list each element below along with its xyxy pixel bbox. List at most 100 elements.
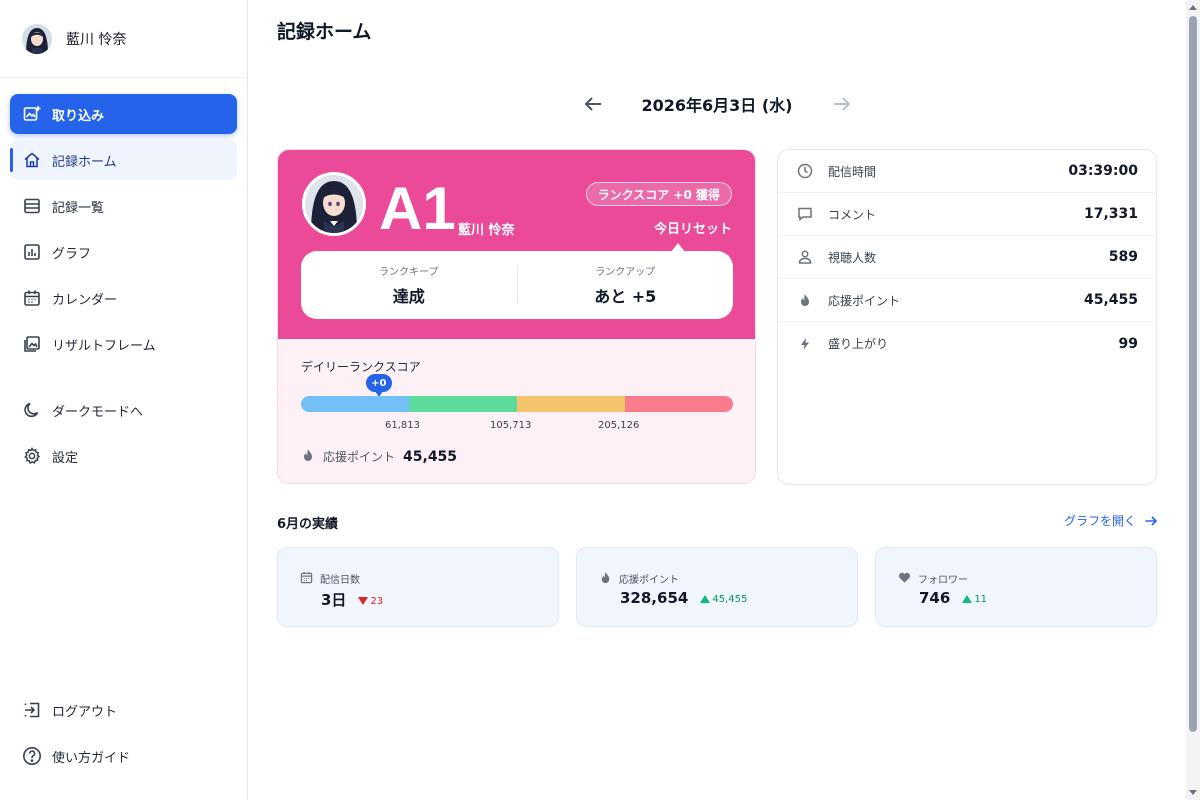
rank-reset-label: 今日リセット bbox=[653, 222, 732, 237]
flame-icon bbox=[599, 569, 612, 588]
stat-row-ouen: 応援ポイント 45,455 bbox=[778, 279, 1156, 322]
sidebar-item-list[interactable]: 記録一覧 bbox=[10, 186, 237, 226]
scroll-up-arrow[interactable] bbox=[1189, 5, 1197, 10]
rank-up-label: ランクアップ bbox=[595, 267, 656, 278]
comment-icon bbox=[796, 205, 814, 223]
sidebar-item-calendar[interactable]: カレンダー bbox=[10, 278, 237, 318]
delta-value: 11 bbox=[974, 593, 988, 605]
moon-icon bbox=[22, 400, 42, 420]
rank-up-value: あと +5 bbox=[594, 287, 657, 306]
sidebar-item-label: リザルトフレーム bbox=[52, 338, 156, 354]
score-tick: 105,713 bbox=[490, 420, 532, 431]
sidebar-item-logout[interactable]: ログアウト bbox=[10, 690, 237, 730]
flame-icon bbox=[301, 447, 315, 466]
card-value-row: 328,654 45,455 bbox=[620, 589, 747, 607]
card-value-row: 746 11 bbox=[919, 589, 987, 607]
stat-value: 17,331 bbox=[1083, 206, 1138, 222]
heart-icon bbox=[898, 569, 911, 588]
arrow-left-icon bbox=[584, 97, 601, 111]
rank-grade: A1 bbox=[379, 175, 456, 242]
card-header: 配信日数 bbox=[300, 569, 360, 588]
daily-rank-score: デイリーランクスコア +0 61,813 105,713 205,126 応援ポ… bbox=[278, 339, 755, 483]
stat-label: 視聴人数 bbox=[828, 250, 877, 265]
score-bar-segment bbox=[301, 396, 410, 412]
card-header: フォロワー bbox=[898, 569, 968, 588]
stat-row-excitement: 盛り上がり 99 bbox=[778, 322, 1156, 365]
sidebar-item-label: 取り込み bbox=[52, 108, 105, 124]
open-graph-link[interactable]: グラフを開く bbox=[1064, 512, 1158, 529]
rank-keep-value: 達成 bbox=[392, 287, 425, 306]
stat-value: 589 bbox=[1108, 249, 1138, 265]
sidebar-item-settings[interactable]: 設定 bbox=[10, 436, 237, 476]
sidebar-item-label: 記録ホーム bbox=[52, 154, 117, 170]
card-value-row: 3日 23 bbox=[321, 589, 383, 610]
card-header: 応援ポイント bbox=[599, 569, 679, 588]
person-icon bbox=[796, 248, 814, 266]
stat-label: 応援ポイント bbox=[828, 293, 901, 308]
sidebar-item-result-frame[interactable]: リザルトフレーム bbox=[10, 324, 237, 364]
help-icon bbox=[22, 746, 42, 766]
rank-score-badge: ランクスコア +0 獲得 bbox=[585, 182, 732, 206]
ouen-value: 45,455 bbox=[403, 448, 458, 465]
date-navigator: 2026年6月3日 (水) bbox=[248, 88, 1186, 120]
triangle-up-icon bbox=[700, 595, 711, 603]
scrollbar-thumb[interactable] bbox=[1189, 16, 1197, 732]
calendar-icon bbox=[300, 569, 313, 588]
rank-streamer-name: 藍川 怜奈 bbox=[458, 223, 515, 238]
delta-value: 23 bbox=[370, 595, 384, 607]
sidebar-item-label: ダークモードへ bbox=[52, 404, 144, 420]
score-bar-segment bbox=[625, 396, 733, 412]
rank-keep-label: ランクキープ bbox=[379, 267, 439, 278]
sidebar-item-label: カレンダー bbox=[52, 292, 118, 308]
next-day-button[interactable] bbox=[829, 91, 855, 117]
sidebar-item-home[interactable]: 記録ホーム bbox=[10, 140, 237, 180]
rank-card-header: A1 藍川 怜奈 ランクスコア +0 獲得 今日リセット ランクキープ 達成 ラ… bbox=[278, 150, 755, 339]
stream-stats-card: 配信時間 03:39:00 コメント 17,331 視聴人数 589 応援ポイン… bbox=[777, 149, 1157, 485]
main-content: 記録ホーム 2026年6月3日 (水) A1 藍川 怜奈 ランクスコア +0 獲… bbox=[248, 0, 1186, 800]
bolt-icon bbox=[796, 335, 814, 353]
stat-label: 盛り上がり bbox=[828, 337, 889, 351]
logout-icon bbox=[22, 700, 42, 720]
open-graph-label: グラフを開く bbox=[1063, 514, 1136, 528]
score-tick: 61,813 bbox=[385, 420, 420, 431]
rank-status-box: ランクキープ 達成 ランクアップ あと +5 bbox=[301, 251, 733, 319]
score-bar-segment bbox=[409, 396, 518, 412]
rank-avatar bbox=[302, 172, 366, 236]
stat-label: コメント bbox=[828, 207, 877, 222]
delta-up: 11 bbox=[962, 594, 987, 605]
stat-row-comments: コメント 17,331 bbox=[778, 193, 1156, 236]
prev-day-button[interactable] bbox=[580, 91, 606, 117]
flame-icon bbox=[796, 291, 814, 309]
arrow-right-icon bbox=[833, 97, 850, 111]
stat-label: 配信時間 bbox=[828, 164, 877, 179]
scroll-down-arrow[interactable] bbox=[1189, 790, 1197, 795]
sidebar-item-graph[interactable]: グラフ bbox=[10, 232, 237, 272]
sidebar-item-guide[interactable]: 使い方ガイド bbox=[10, 736, 237, 776]
sidebar-item-label: 設定 bbox=[52, 450, 79, 466]
rank-up: ランクアップ あと +5 bbox=[518, 251, 734, 319]
ouen-label: 応援ポイント bbox=[323, 450, 396, 464]
calendar-icon bbox=[22, 288, 42, 308]
daily-score-title: デイリーランクスコア bbox=[301, 360, 421, 374]
card-label: フォロワー bbox=[918, 575, 968, 586]
page-scrollbar[interactable] bbox=[1186, 0, 1200, 800]
list-icon bbox=[22, 196, 42, 216]
home-icon bbox=[22, 150, 42, 170]
score-bar bbox=[301, 396, 733, 412]
user-name: 藍川 怜奈 bbox=[66, 31, 127, 48]
score-bar-segment bbox=[517, 396, 626, 412]
monthly-card-ouen: 応援ポイント 328,654 45,455 bbox=[576, 547, 858, 627]
score-tick: 205,126 bbox=[598, 420, 640, 431]
image-frame-icon bbox=[22, 334, 42, 354]
monthly-card-days: 配信日数 3日 23 bbox=[277, 547, 559, 627]
sidebar-item-dark-mode[interactable]: ダークモードへ bbox=[10, 390, 237, 430]
avatar bbox=[22, 23, 52, 54]
sidebar-item-import[interactable]: 取り込み bbox=[10, 94, 237, 134]
sidebar-item-label: グラフ bbox=[52, 246, 92, 262]
user-profile[interactable]: 藍川 怜奈 bbox=[0, 0, 247, 78]
score-marker: +0 bbox=[365, 374, 392, 397]
triangle-up-icon bbox=[962, 595, 973, 603]
sidebar-item-label: 記録一覧 bbox=[52, 200, 105, 216]
chart-icon bbox=[22, 242, 42, 262]
sidebar-nav: 取り込み 記録ホーム 記録一覧 グラフ カレンダー リザルトフレーム ダークモー… bbox=[0, 78, 247, 476]
